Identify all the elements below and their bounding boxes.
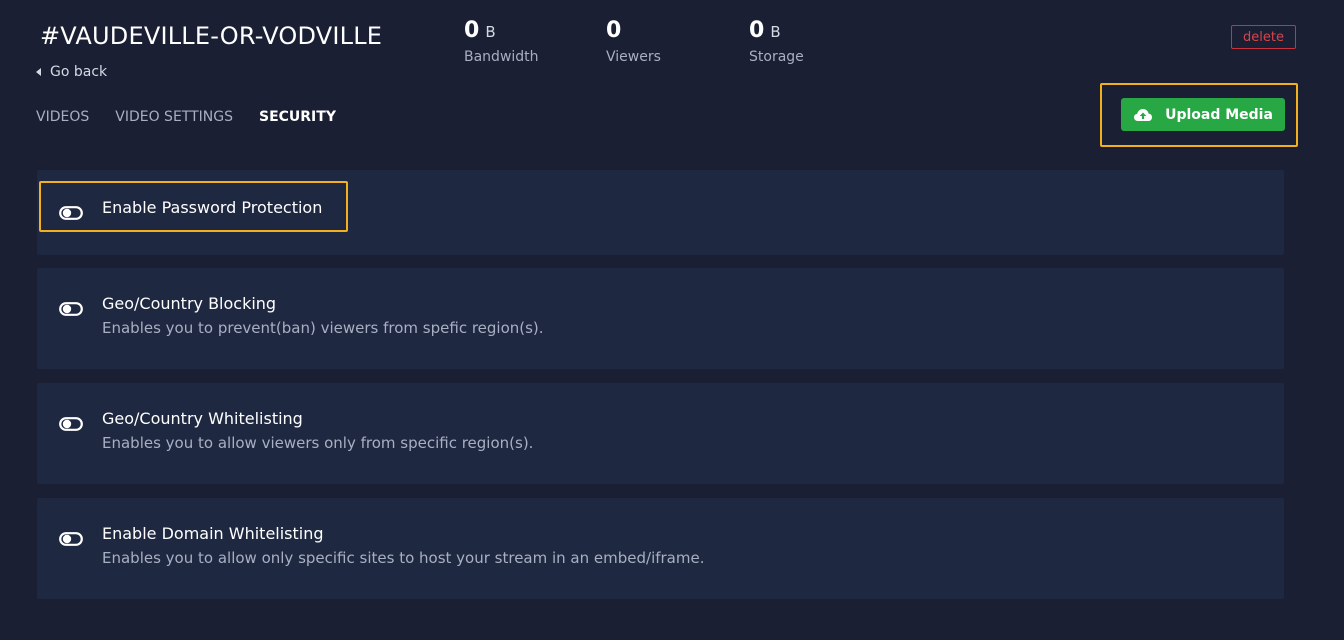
security-option-description: Enables you to allow only specific sites… [102, 549, 705, 567]
stat-storage-label: Storage [749, 49, 804, 65]
delete-button[interactable]: delete [1231, 25, 1296, 49]
security-option-description: Enables you to prevent(ban) viewers from… [102, 319, 544, 337]
stat-viewers-value: 0 [606, 18, 622, 43]
security-option-title: Enable Domain Whitelisting [102, 524, 324, 543]
security-option-geo-whitelisting: Geo/Country Whitelisting Enables you to … [37, 383, 1284, 484]
tab-bar: VIDEOS VIDEO SETTINGS SECURITY [36, 109, 362, 125]
stat-storage: 0B Storage [749, 18, 804, 65]
stat-bandwidth-value-row: 0B [464, 18, 539, 43]
page-title: #VAUDEVILLE-OR-VODVILLE [40, 22, 383, 50]
stat-storage-value: 0 [749, 18, 765, 43]
stat-bandwidth-label: Bandwidth [464, 49, 539, 65]
security-option-title: Enable Password Protection [102, 198, 323, 217]
security-option-title: Geo/Country Blocking [102, 294, 277, 313]
stat-viewers: 0 Viewers [606, 18, 661, 65]
security-option-domain-whitelisting: Enable Domain Whitelisting Enables you t… [37, 498, 1284, 599]
stat-storage-unit: B [770, 23, 781, 41]
toggle-icon[interactable] [59, 206, 83, 220]
upload-media-button[interactable]: Upload Media [1121, 98, 1285, 131]
tab-security[interactable]: SECURITY [259, 109, 336, 125]
toggle-icon[interactable] [59, 532, 83, 546]
tab-video-settings[interactable]: VIDEO SETTINGS [115, 109, 233, 125]
stat-bandwidth-unit: B [485, 23, 496, 41]
caret-left-icon [36, 68, 41, 76]
cloud-upload-icon [1134, 108, 1153, 121]
stat-viewers-label: Viewers [606, 49, 661, 65]
security-option-password: Enable Password Protection [37, 170, 1284, 255]
tab-videos[interactable]: VIDEOS [36, 109, 89, 125]
toggle-icon[interactable] [59, 417, 83, 431]
upload-media-label: Upload Media [1165, 106, 1273, 123]
go-back-link[interactable]: Go back [36, 64, 107, 80]
go-back-label: Go back [50, 64, 108, 80]
stat-bandwidth-value: 0 [464, 18, 480, 43]
security-option-title: Geo/Country Whitelisting [102, 409, 303, 428]
stat-storage-value-row: 0B [749, 18, 804, 43]
stat-bandwidth: 0B Bandwidth [464, 18, 539, 65]
security-option-geo-blocking: Geo/Country Blocking Enables you to prev… [37, 268, 1284, 369]
security-option-description: Enables you to allow viewers only from s… [102, 434, 534, 452]
toggle-icon[interactable] [59, 302, 83, 316]
